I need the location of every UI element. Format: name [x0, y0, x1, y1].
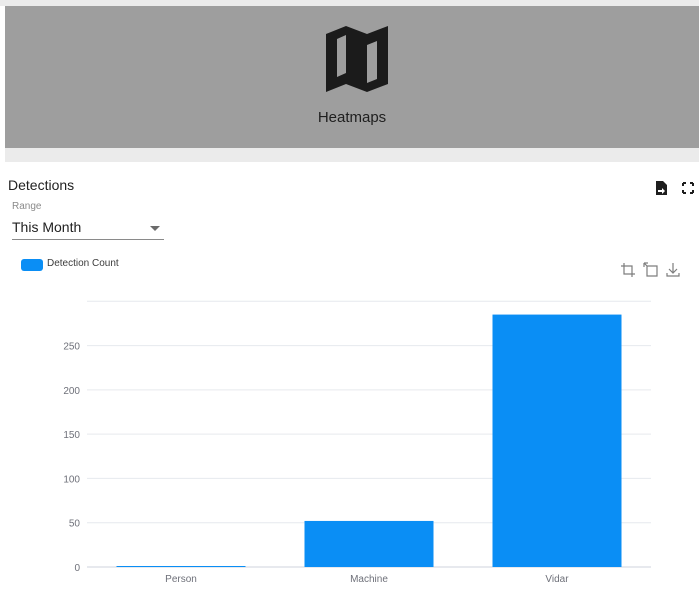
y-tick-label: 200 [63, 386, 80, 397]
range-value: This Month [12, 219, 82, 235]
bar-chart: 0 50 100 150 200 250 Person Machine Vidar [63, 300, 651, 585]
download-icon[interactable] [665, 262, 681, 278]
y-tick-label: 150 [63, 430, 80, 441]
dropdown-arrow-icon [150, 226, 160, 231]
range-select[interactable]: This Month [12, 215, 164, 240]
bar-person[interactable] [116, 566, 246, 567]
y-tick-label: 250 [63, 342, 80, 353]
crop-zoom-icon[interactable] [620, 262, 636, 278]
heatmaps-label: Heatmaps [317, 109, 387, 126]
y-tick-label: 100 [63, 474, 80, 485]
zoom-reset-icon[interactable] [643, 262, 659, 278]
bar-machine[interactable] [304, 520, 434, 567]
y-tick-label: 0 [74, 563, 80, 574]
x-tick-label: Person [165, 574, 197, 585]
map-icon [326, 26, 388, 92]
legend-label: Detection Count [47, 258, 119, 269]
bar-vidar[interactable] [492, 314, 622, 567]
heatmaps-card[interactable]: Heatmaps [5, 6, 699, 148]
file-export-icon[interactable] [653, 180, 669, 196]
panel-title: Detections [8, 177, 75, 193]
y-tick-label: 50 [69, 519, 81, 530]
x-tick-label: Vidar [545, 574, 569, 585]
legend-swatch [21, 259, 43, 271]
section-divider [5, 148, 699, 162]
range-label: Range [12, 201, 42, 212]
fullscreen-icon[interactable] [680, 180, 696, 196]
x-tick-label: Machine [350, 574, 388, 585]
